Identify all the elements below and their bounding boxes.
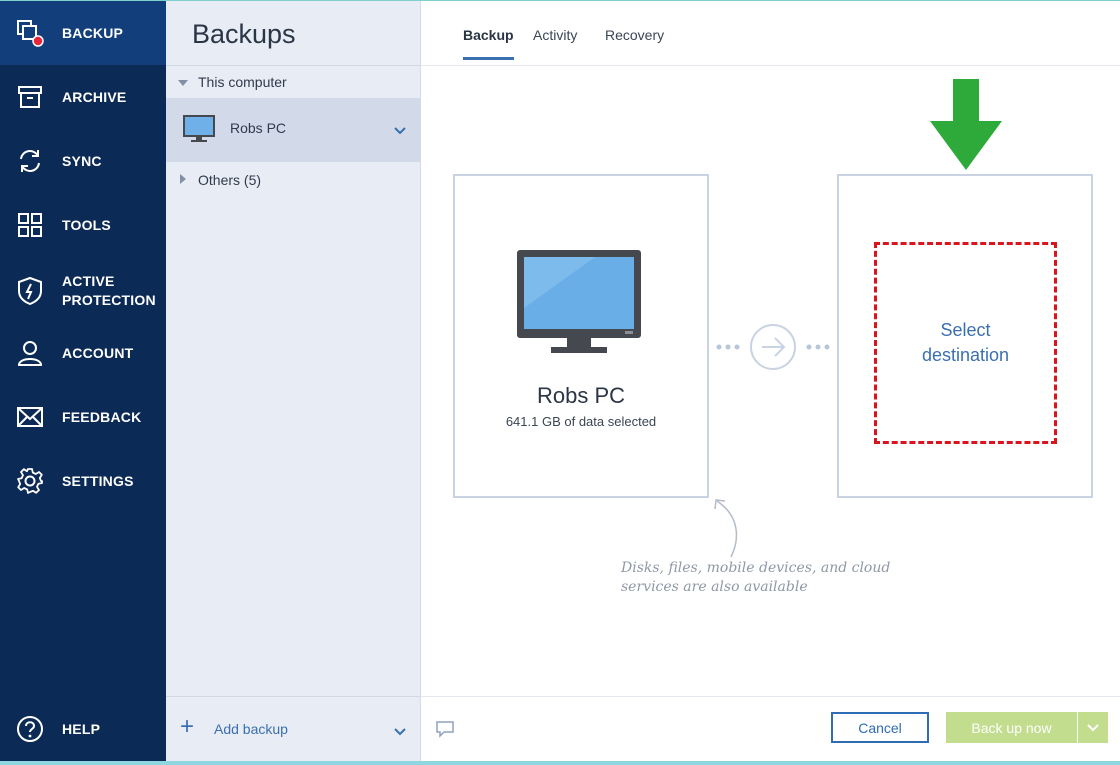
archive-icon: [16, 83, 44, 111]
nav-label: ACCOUNT: [62, 344, 134, 361]
main-content: Backup Activity Recovery Robs PC 641.1 G…: [421, 1, 1120, 761]
envelope-icon: [16, 403, 44, 431]
tree-item-selected-backup[interactable]: Robs PC: [166, 98, 420, 162]
tab-recovery[interactable]: Recovery: [605, 27, 664, 57]
caret-down-icon: [178, 80, 188, 86]
back-up-now-button[interactable]: Back up now: [946, 712, 1077, 743]
nav-label: SYNC: [62, 152, 102, 169]
chevron-down-icon[interactable]: [394, 122, 406, 140]
window-bottom-border: [0, 761, 1120, 765]
tree-group-label: This computer: [198, 74, 287, 90]
nav-label: BACKUP: [62, 24, 124, 41]
sidebar-title: Backups: [192, 19, 296, 49]
nav-label: SETTINGS: [62, 472, 134, 489]
nav-item-help[interactable]: HELP: [0, 697, 166, 761]
select-destination-label: Select destination: [921, 320, 1010, 365]
nav-label: ARCHIVE: [62, 88, 127, 105]
nav-item-tools[interactable]: TOOLS: [0, 193, 166, 257]
tab-backup[interactable]: Backup: [463, 27, 514, 60]
chevron-down-icon[interactable]: [394, 723, 406, 741]
nav-label: FEEDBACK: [62, 408, 142, 425]
nav-item-active-protection[interactable]: ACTIVE PROTECTION: [0, 257, 166, 325]
divider: [166, 696, 420, 697]
curved-arrow-icon: [711, 495, 745, 564]
nav-item-sync[interactable]: SYNC: [0, 129, 166, 193]
tree-group-label: Others (5): [198, 172, 262, 188]
tab-activity[interactable]: Activity: [533, 27, 577, 57]
add-backup-label: Add backup: [214, 721, 288, 737]
add-backup-button[interactable]: + Add backup: [166, 709, 420, 749]
back-up-options-dropdown[interactable]: [1078, 712, 1108, 743]
tools-icon: [16, 211, 44, 239]
tree-group-this-computer[interactable]: This computer: [166, 67, 420, 97]
main-navigation: BACKUP ARCHIVE SYNC TOOLS ACTIVE PROTECT…: [0, 1, 166, 761]
nav-item-settings[interactable]: SETTINGS: [0, 449, 166, 513]
plus-icon: +: [180, 713, 195, 740]
arrow-right-icon: [715, 321, 831, 378]
tab-bar: Backup Activity Recovery: [421, 1, 1120, 66]
tree-item-label: Robs PC: [230, 120, 287, 136]
nav-item-feedback[interactable]: FEEDBACK: [0, 385, 166, 449]
backup-icon: [16, 19, 44, 47]
nav-label: TOOLS: [62, 216, 111, 233]
destination-card[interactable]: Select destination: [837, 174, 1093, 498]
select-destination-highlight[interactable]: Select destination: [874, 242, 1057, 444]
account-icon: [16, 339, 44, 367]
hint-text: Disks, files, mobile devices, and cloud …: [621, 560, 891, 595]
help-icon: [16, 715, 44, 743]
arrow-down-icon: [929, 79, 1003, 176]
sync-icon: [16, 147, 44, 175]
backups-sidebar: Backups This computer Robs PC Others (5)…: [166, 1, 421, 761]
chevron-down-icon: [1087, 719, 1099, 737]
shield-icon: [16, 276, 44, 306]
nav-label: HELP: [62, 720, 101, 737]
tree-group-others[interactable]: Others (5): [166, 166, 420, 194]
source-name: Robs PC: [536, 383, 626, 408]
cancel-button[interactable]: Cancel: [831, 712, 929, 743]
nav-item-account[interactable]: ACCOUNT: [0, 321, 166, 385]
nav-label: ACTIVE PROTECTION: [62, 273, 156, 308]
nav-item-archive[interactable]: ARCHIVE: [0, 65, 166, 129]
source-size: 641.1 GB of data selected: [505, 414, 657, 429]
source-card[interactable]: Robs PC 641.1 GB of data selected: [453, 174, 709, 498]
divider: [421, 696, 1120, 697]
gear-icon: [16, 467, 44, 495]
comment-icon[interactable]: [435, 720, 455, 743]
monitor-icon: [182, 114, 216, 149]
caret-right-icon: [180, 174, 186, 184]
nav-item-backup[interactable]: BACKUP: [0, 1, 166, 65]
monitor-icon: [515, 248, 645, 363]
divider: [166, 65, 420, 66]
